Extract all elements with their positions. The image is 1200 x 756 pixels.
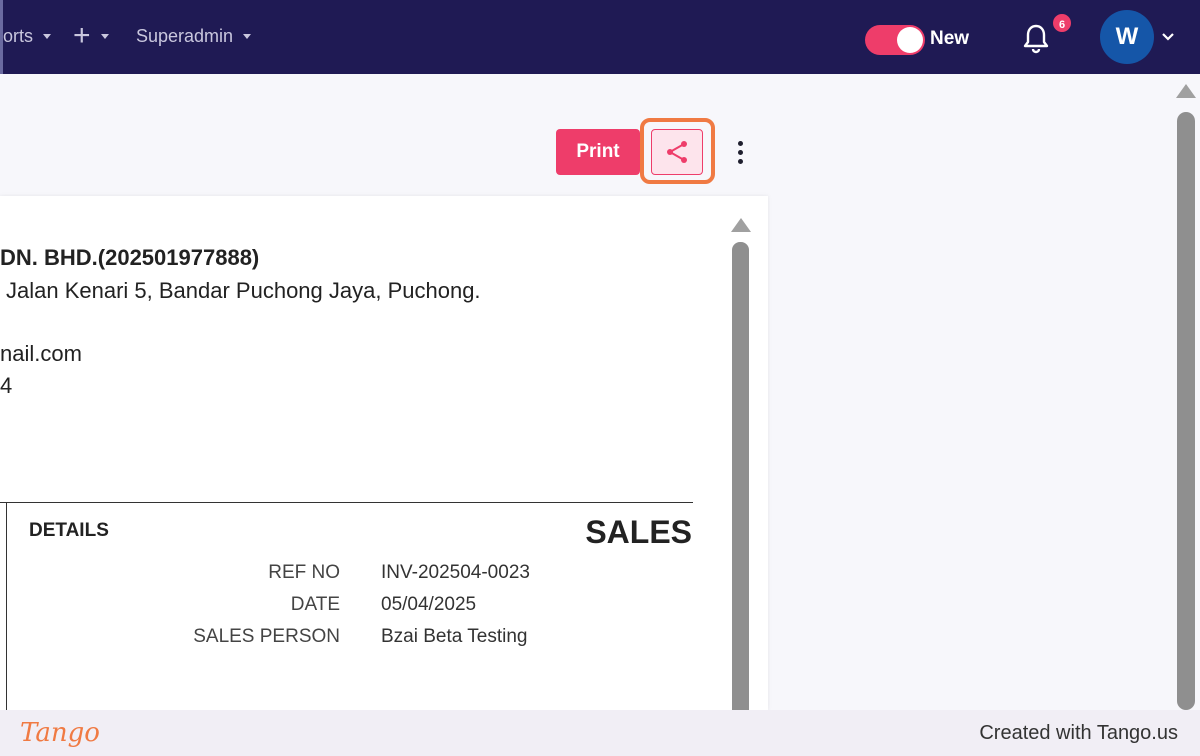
ref-no-label: REF NO	[268, 562, 340, 583]
kebab-menu-icon[interactable]	[730, 135, 750, 169]
company-email: nail.com	[0, 341, 82, 366]
plus-icon: +	[73, 19, 91, 52]
nav-reports-label: orts	[3, 26, 34, 46]
date-label: DATE	[290, 594, 340, 615]
company-phone: 4	[0, 373, 13, 398]
invoice-preview: DN. BHD.(202501977888) Jalan Kenari 5, B…	[0, 196, 768, 710]
page-scrollbar[interactable]	[1177, 112, 1195, 710]
nav-superadmin-menu[interactable]: Superadmin	[136, 26, 252, 47]
bell-icon[interactable]	[1021, 22, 1051, 54]
avatar[interactable]: W	[1100, 10, 1154, 64]
created-with-text: Created with Tango.us	[979, 722, 1178, 744]
divider	[0, 502, 693, 503]
tango-logo: Tango	[20, 718, 100, 748]
caret-down-icon	[43, 34, 52, 39]
caret-down-icon	[243, 34, 252, 39]
notification-badge: 6	[1051, 12, 1073, 34]
details-heading: DETAILS	[29, 520, 109, 541]
doc-scroll-up-arrow[interactable]	[731, 218, 751, 232]
nav-superadmin-label: Superadmin	[136, 26, 234, 46]
company-name: DN. BHD.(202501977888)	[0, 245, 260, 270]
toggle-knob	[897, 27, 923, 53]
toggle-label: New	[930, 28, 970, 49]
new-ui-toggle[interactable]	[865, 25, 925, 55]
sales-person-value: Bzai Beta Testing	[381, 626, 528, 647]
nav-add-menu[interactable]: +	[73, 19, 109, 52]
share-icon	[667, 141, 687, 163]
share-button[interactable]	[651, 129, 703, 175]
divider	[6, 502, 7, 710]
company-address: Jalan Kenari 5, Bandar Puchong Jaya, Puc…	[6, 278, 481, 303]
print-button[interactable]: Print	[556, 129, 640, 175]
chevron-down-icon[interactable]	[1161, 30, 1175, 44]
doc-scrollbar[interactable]	[732, 242, 749, 710]
nav-reports-menu[interactable]: orts	[3, 26, 52, 47]
top-navbar: orts + Superadmin New 6 W	[0, 0, 1200, 74]
sales-person-label: SALES PERSON	[193, 626, 340, 647]
date-value: 05/04/2025	[381, 594, 477, 615]
page-scroll-up-arrow[interactable]	[1176, 84, 1196, 98]
document-type-title: SALES	[585, 514, 692, 550]
tango-footer: Tango Created with Tango.us	[0, 710, 1200, 756]
caret-down-icon	[100, 33, 109, 39]
ref-no-value: INV-202504-0023	[381, 562, 530, 583]
